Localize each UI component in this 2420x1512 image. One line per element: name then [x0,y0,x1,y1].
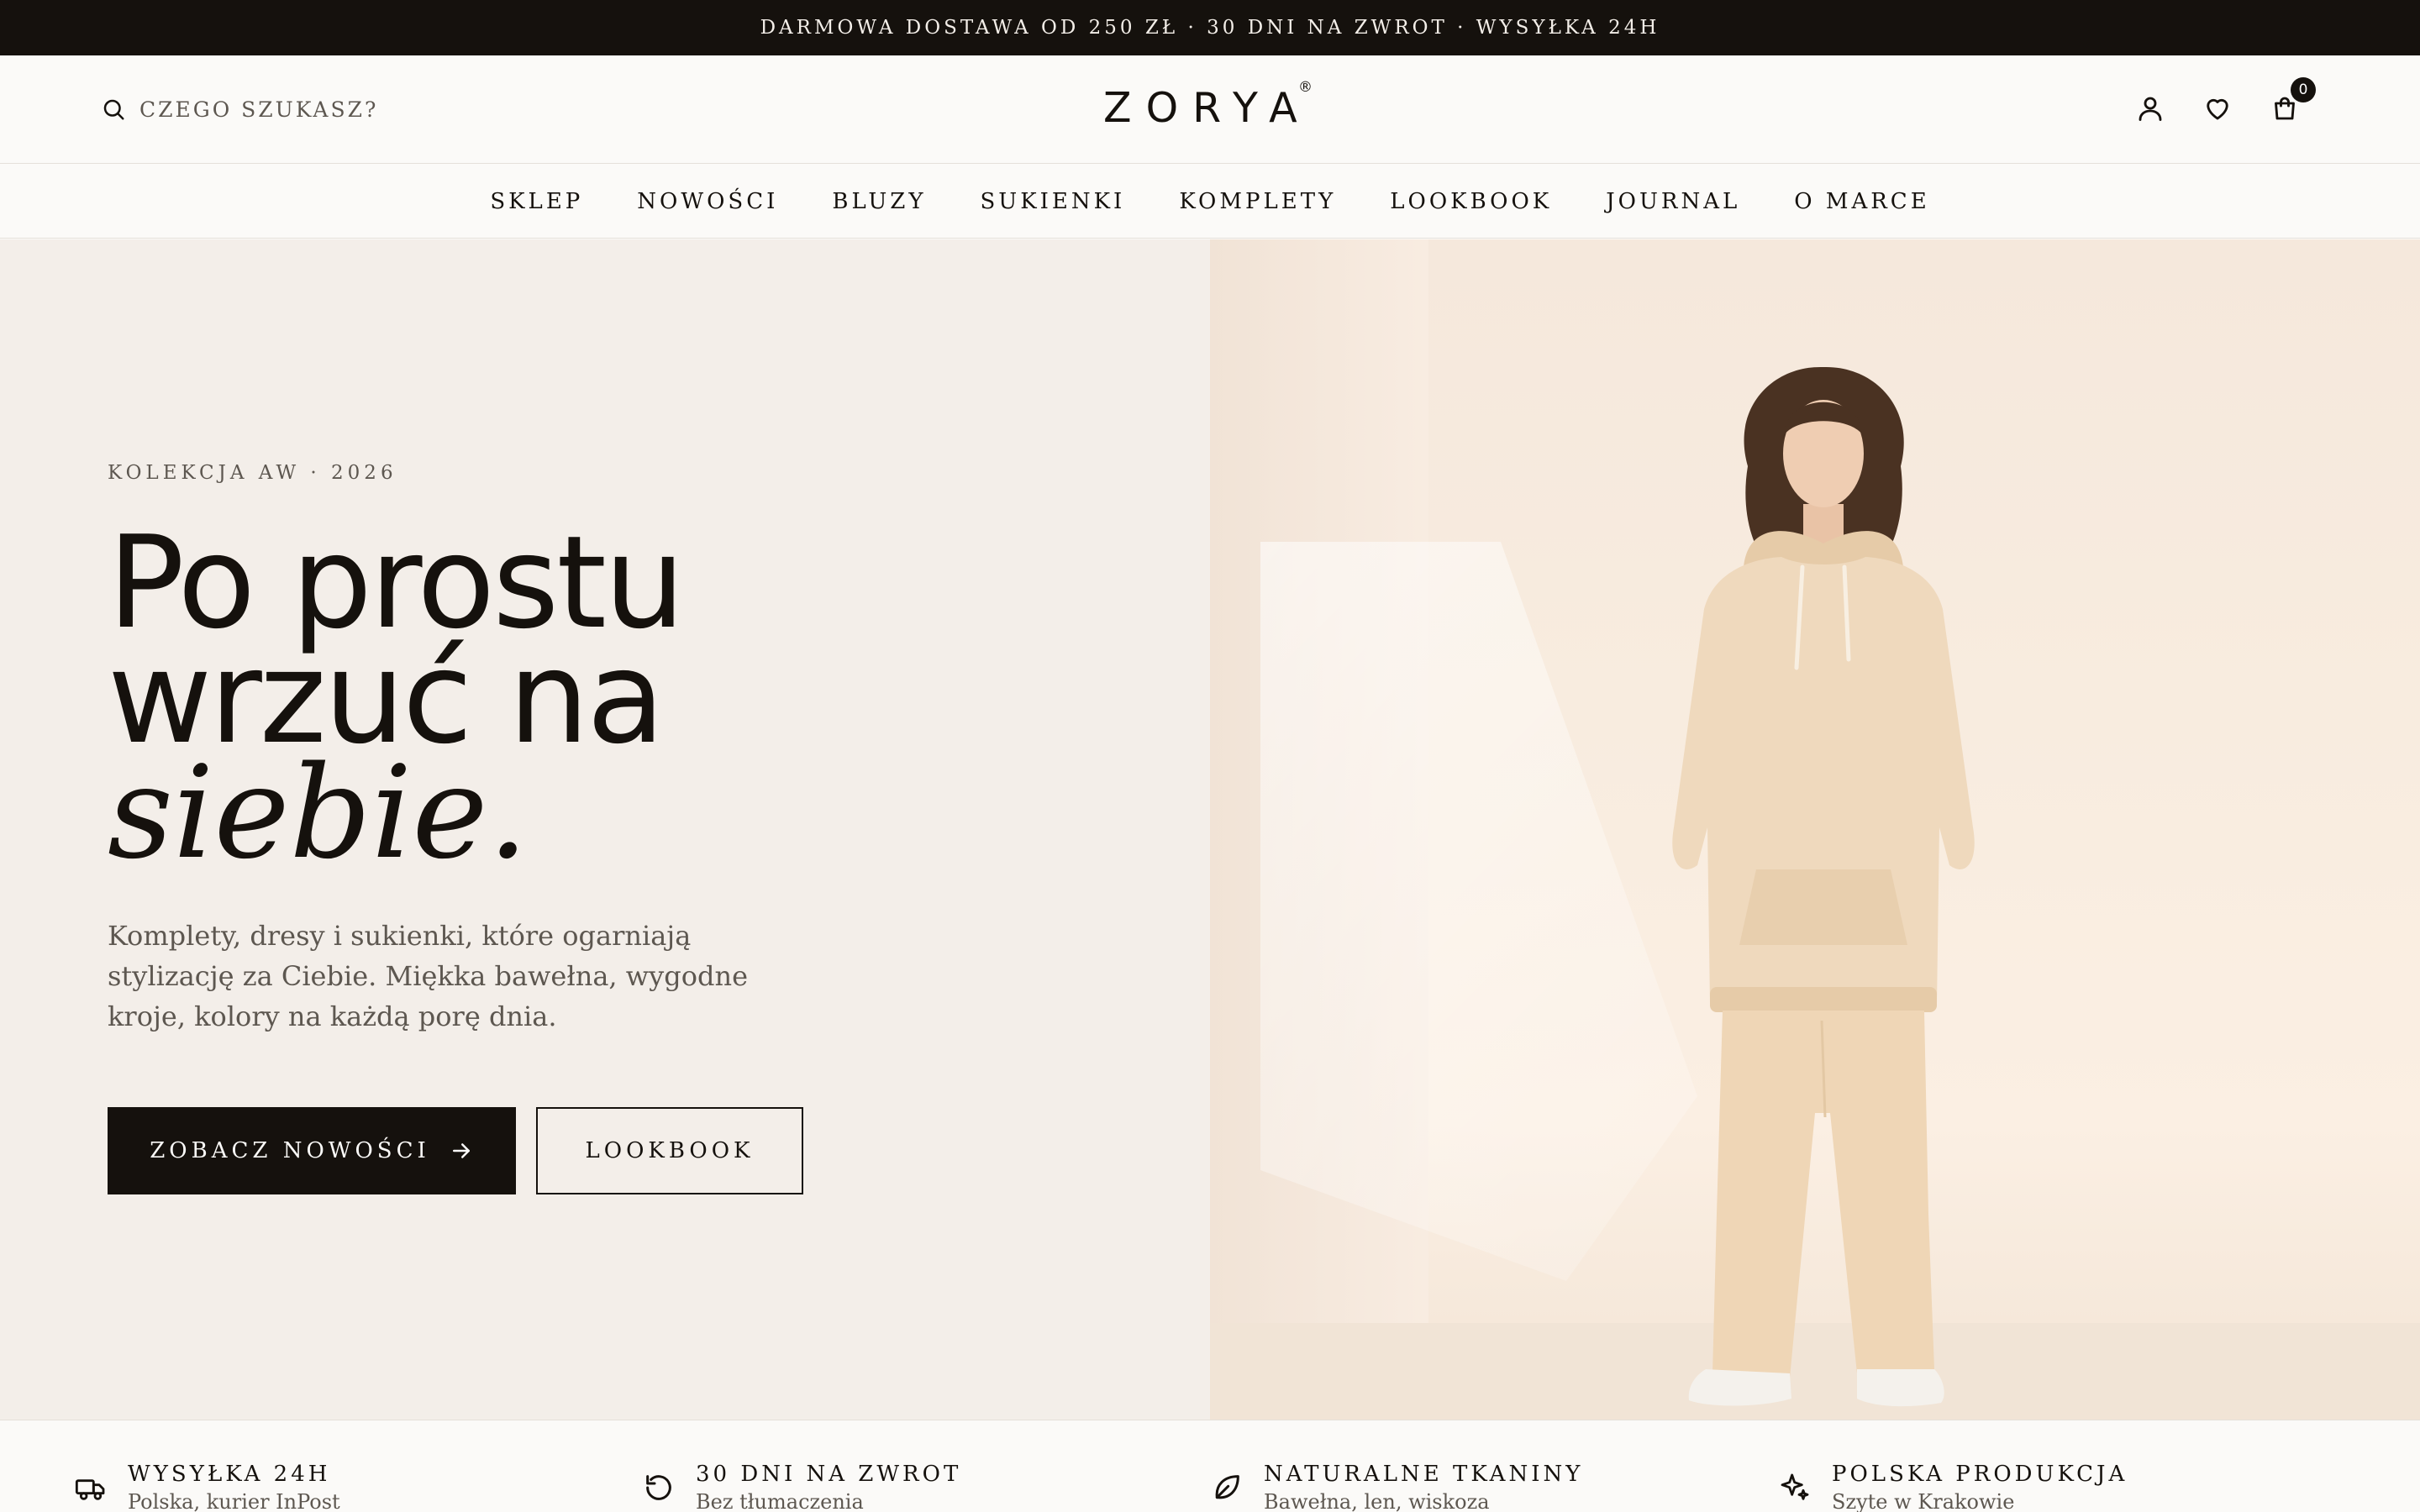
see-new-arrivals-label: ZOBACZ NOWOŚCI [150,1138,430,1163]
usp-production-title: POLSKA PRODUKCJA [1832,1462,2128,1487]
leaf-icon [1215,1475,1239,1499]
wishlist-button[interactable] [2202,92,2233,124]
usp-shipping-subtitle: Polska, kurier InPost [128,1490,340,1512]
usp-production: POLSKA PRODUKCJA Szyte w Krakowie [1778,1461,2128,1512]
headline-line-3: siebie. [108,738,529,887]
hero-description: Komplety, dresy i sukienki, które ogarni… [108,920,748,1032]
hero-model-image [1210,239,2420,1420]
hero-section: KOLEKCJA AW · 2026 Po prostu wrzuć na si… [0,239,2420,1420]
heart-icon [2207,98,2228,120]
search-label: CZEGO SZUKASZ? [139,97,379,122]
usp-shipping-title: WYSYŁKA 24H [128,1462,331,1487]
nav-item-sukienki[interactable]: SUKIENKI [980,189,1125,214]
registered-mark: ® [1298,79,1313,96]
user-icon [2139,97,2162,121]
usp-bar: WYSYŁKA 24H Polska, kurier InPost 30 DNI… [0,1420,2420,1512]
hero-copy-panel: KOLEKCJA AW · 2026 Po prostu wrzuć na si… [0,239,1210,1420]
promo-bar: DARMOWA DOSTAWA OD 250 ZŁ · 30 DNI NA ZW… [0,0,2420,55]
main-navigation: SKLEP NOWOŚCI BLUZY SUKIENKI KOMPLETY LO… [0,165,2420,239]
sparkle-icon [1781,1473,1809,1500]
nav-item-o-marce[interactable]: O MARCE [1794,189,1929,214]
brand-logo[interactable]: ZORYA [1103,81,1312,129]
promo-text: DARMOWA DOSTAWA OD 250 ZŁ · 30 DNI NA ZW… [760,17,1660,39]
nav-item-sklep[interactable]: SKLEP [490,189,583,214]
usp-fabrics-subtitle: Bawełna, len, wiskoza [1264,1490,1490,1512]
model-in-beige-tracksuit [1672,366,1975,1407]
truck-icon [75,1479,105,1500]
usp-fabrics: NATURALNE TKANINY Bawełna, len, wiskoza [1210,1461,1583,1512]
search-trigger[interactable]: CZEGO SZUKASZ? [101,91,378,128]
cart-count-badge: 0 [2291,77,2316,102]
see-new-arrivals-button[interactable]: ZOBACZ NOWOŚCI [108,1107,516,1194]
nav-item-lookbook[interactable]: LOOKBOOK [1390,189,1552,214]
arrow-right-icon [452,1143,470,1158]
nav-item-journal[interactable]: JOURNAL [1606,189,1740,214]
site-header: CZEGO SZUKASZ? ZORYA ® 0 [0,55,2420,164]
usp-production-subtitle: Szyte w Krakowie [1832,1490,2015,1512]
lookbook-button[interactable]: LOOKBOOK [536,1107,803,1194]
usp-returns-subtitle: Bez tłumaczenia [696,1490,864,1512]
account-button[interactable] [2134,92,2166,124]
usp-returns-title: 30 DNI NA ZWROT [696,1462,962,1487]
return-icon [646,1475,671,1500]
nav-item-nowosci[interactable]: NOWOŚCI [637,189,778,214]
usp-returns: 30 DNI NA ZWROT Bez tłumaczenia [642,1461,961,1512]
cart-button[interactable]: 0 [2269,77,2316,124]
search-icon [103,99,124,120]
nav-item-bluzy[interactable]: BLUZY [832,189,926,214]
usp-shipping: WYSYŁKA 24H Polska, kurier InPost [74,1461,340,1512]
header-actions: 0 [2134,77,2316,124]
usp-fabrics-title: NATURALNE TKANINY [1264,1462,1584,1487]
hero-headline: Po prostu wrzuć na siebie. [108,519,685,887]
nav-item-komplety[interactable]: KOMPLETY [1179,189,1336,214]
collection-eyebrow: KOLEKCJA AW · 2026 [108,462,397,484]
